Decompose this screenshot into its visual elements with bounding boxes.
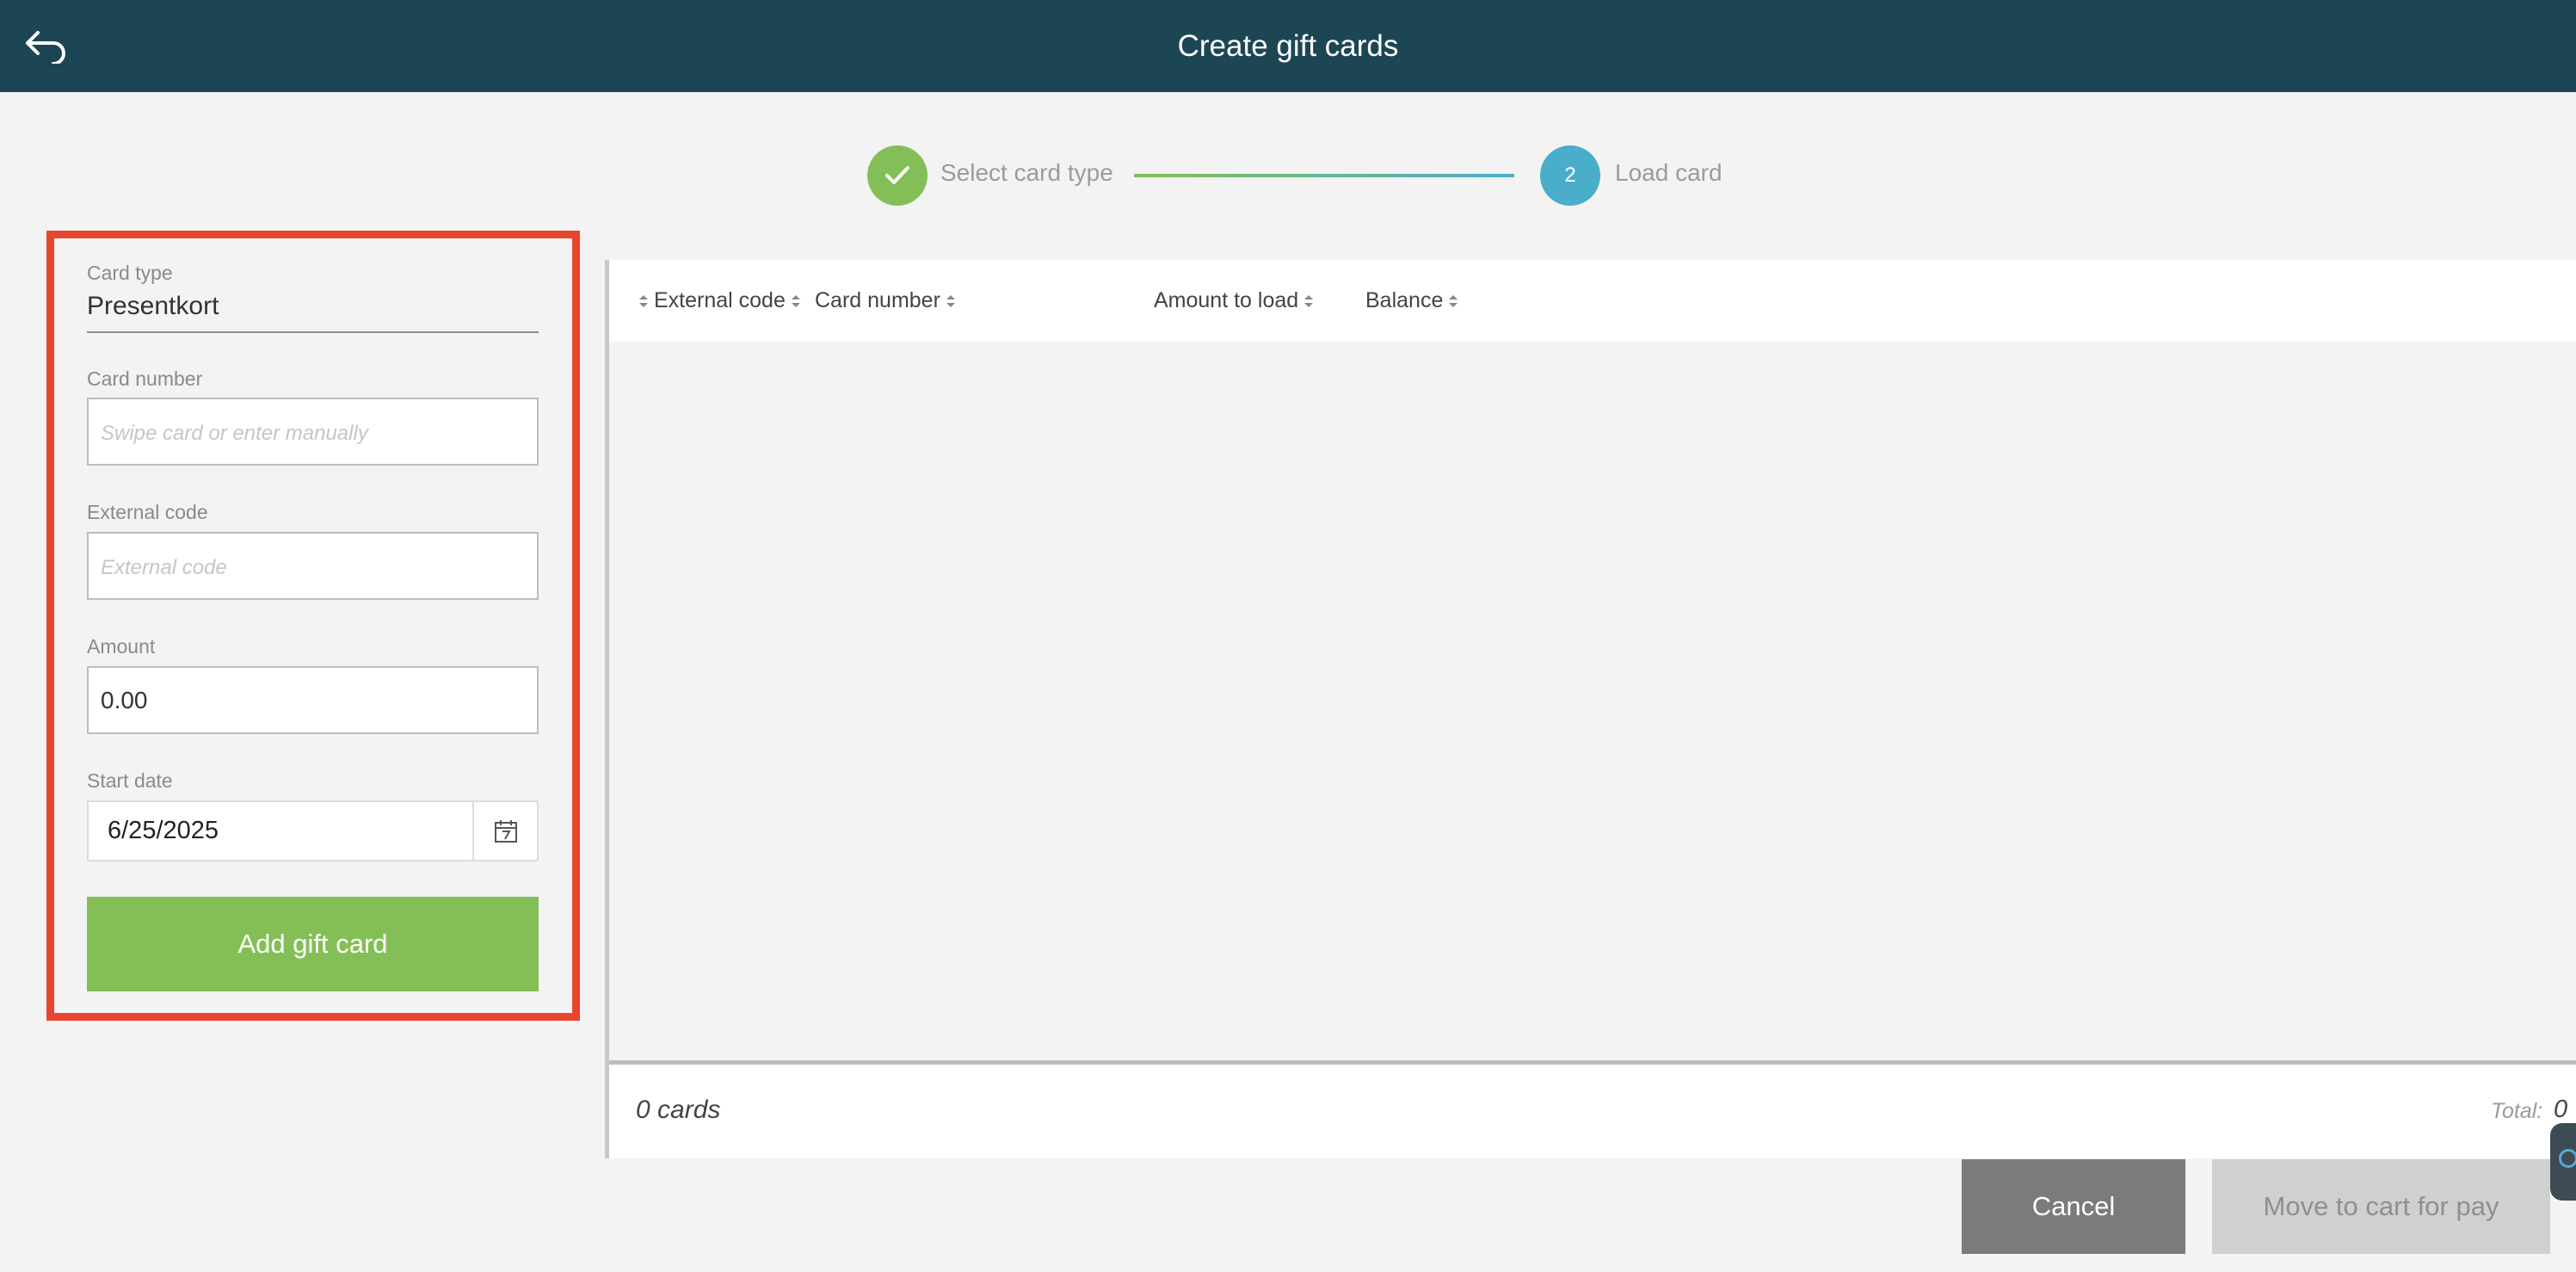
cards-count: 0 cards	[636, 1096, 721, 1124]
total-value: 0	[2554, 1096, 2568, 1123]
external-code-label: External code	[87, 501, 208, 523]
amount-label: Amount	[87, 635, 156, 658]
column-label: Card number	[815, 288, 940, 312]
move-to-cart-button[interactable]: Move to cart for pay	[2212, 1159, 2550, 1254]
card-type-value: Presentkort	[87, 292, 219, 320]
column-header-amount-to-load[interactable]: Amount to load	[1154, 260, 1319, 342]
top-bar: Create gift cards	[0, 0, 2576, 92]
cancel-button[interactable]: Cancel	[1962, 1159, 2185, 1254]
sort-icon	[791, 293, 801, 309]
sort-icon	[638, 293, 649, 309]
start-date-input[interactable]	[89, 802, 471, 860]
external-code-input[interactable]	[87, 532, 539, 600]
table-body-empty	[609, 342, 2576, 1060]
page-title: Create gift cards	[1177, 28, 1399, 63]
calendar-icon	[494, 819, 517, 843]
step-1-complete-circle	[867, 145, 927, 206]
column-label: Balance	[1365, 288, 1444, 312]
step-2-label: Load card	[1615, 159, 1722, 186]
card-type-underline	[87, 331, 539, 333]
calendar-button[interactable]	[474, 802, 537, 860]
column-header-balance[interactable]: Balance	[1365, 260, 1464, 342]
check-icon	[885, 166, 909, 184]
start-date-field	[87, 800, 539, 861]
step-1-label: Select card type	[940, 159, 1113, 186]
column-label: Amount to load	[1154, 288, 1299, 312]
sort-icon	[1303, 293, 1314, 309]
total-label: Total:	[2491, 1099, 2543, 1123]
add-gift-card-button[interactable]: Add gift card	[87, 897, 539, 991]
table-header: External code Card number Amount to load…	[609, 260, 2576, 342]
card-number-label: Card number	[87, 367, 203, 390]
column-header-card-number[interactable]: Card number	[815, 260, 961, 342]
step-2-number-circle: 2	[1540, 145, 1600, 206]
amount-input[interactable]	[87, 666, 539, 734]
start-date-label: Start date	[87, 769, 173, 792]
column-label: External code	[654, 288, 786, 312]
card-number-input[interactable]	[87, 398, 539, 466]
column-header-external-code[interactable]: External code	[633, 260, 806, 342]
table-footer: 0 cards Total: 0	[609, 1065, 2576, 1158]
sort-icon	[1448, 293, 1458, 309]
card-type-label: Card type	[87, 262, 173, 284]
side-panel-tab[interactable]	[2550, 1123, 2576, 1201]
stepper-progress-line	[1134, 174, 1514, 177]
sort-icon	[946, 293, 956, 309]
side-tab-icon	[2559, 1149, 2576, 1168]
